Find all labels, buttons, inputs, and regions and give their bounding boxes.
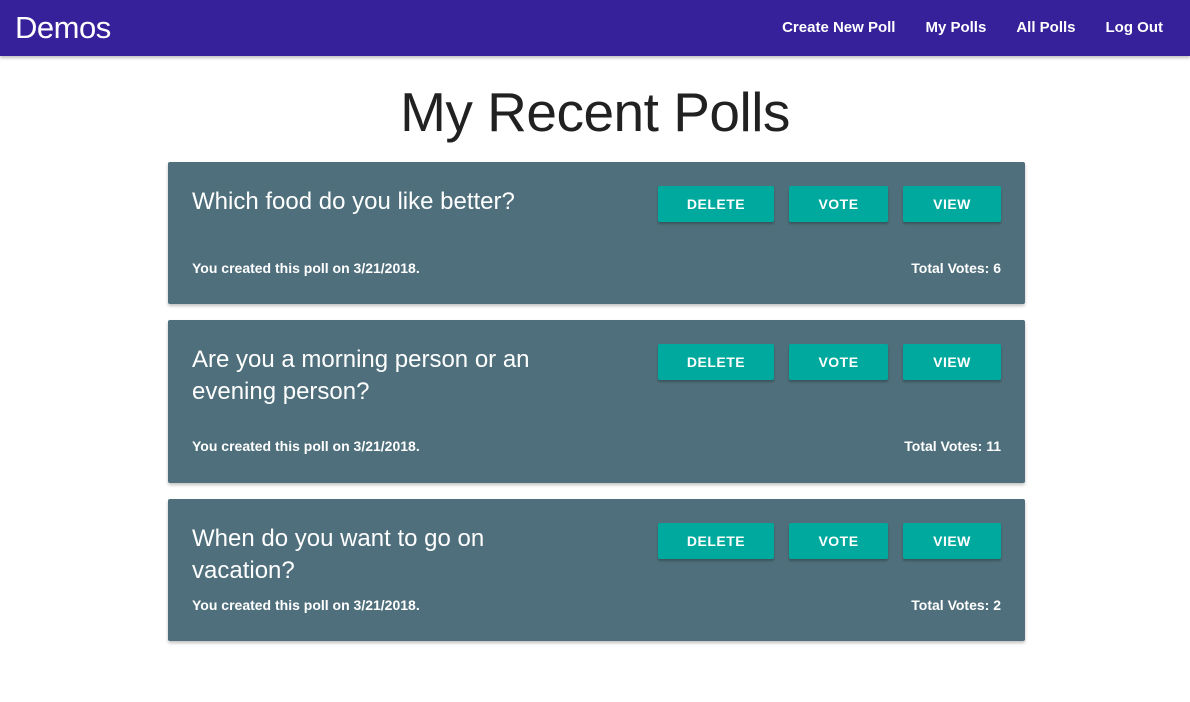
view-button[interactable]: VIEW — [903, 523, 1001, 559]
poll-total-votes: Total Votes: 2 — [911, 597, 1001, 613]
poll-question: When do you want to go on vacation? — [192, 525, 485, 584]
nav-my-polls[interactable]: My Polls — [910, 0, 1001, 56]
poll-question: Are you a morning person or an evening p… — [192, 346, 530, 405]
delete-button[interactable]: DELETE — [658, 344, 774, 380]
delete-button[interactable]: DELETE — [658, 523, 774, 559]
vote-button[interactable]: VOTE — [789, 344, 888, 380]
poll-total-votes: Total Votes: 6 — [911, 260, 1001, 276]
nav-create-new-poll[interactable]: Create New Poll — [767, 0, 910, 56]
poll-created-date: You created this poll on 3/21/2018. — [192, 260, 420, 276]
vote-button[interactable]: VOTE — [789, 523, 888, 559]
top-navbar: Demos Create New Poll My Polls All Polls… — [0, 0, 1190, 56]
view-button[interactable]: VIEW — [903, 186, 1001, 222]
delete-button[interactable]: DELETE — [658, 186, 774, 222]
poll-card: When do you want to go on vacation? DELE… — [168, 499, 1025, 641]
view-button[interactable]: VIEW — [903, 344, 1001, 380]
page-title: My Recent Polls — [400, 81, 790, 143]
poll-card: Which food do you like better? DELETE VO… — [168, 162, 1025, 304]
poll-card: Are you a morning person or an evening p… — [168, 320, 1025, 483]
poll-question: Which food do you like better? — [192, 188, 515, 215]
nav-log-out[interactable]: Log Out — [1091, 0, 1178, 56]
nav-links: Create New Poll My Polls All Polls Log O… — [767, 0, 1178, 56]
nav-all-polls[interactable]: All Polls — [1001, 0, 1090, 56]
poll-total-votes: Total Votes: 11 — [904, 438, 1001, 454]
vote-button[interactable]: VOTE — [789, 186, 888, 222]
brand-logo-link[interactable]: Demos — [15, 10, 111, 46]
poll-created-date: You created this poll on 3/21/2018. — [192, 438, 420, 454]
poll-created-date: You created this poll on 3/21/2018. — [192, 597, 420, 613]
